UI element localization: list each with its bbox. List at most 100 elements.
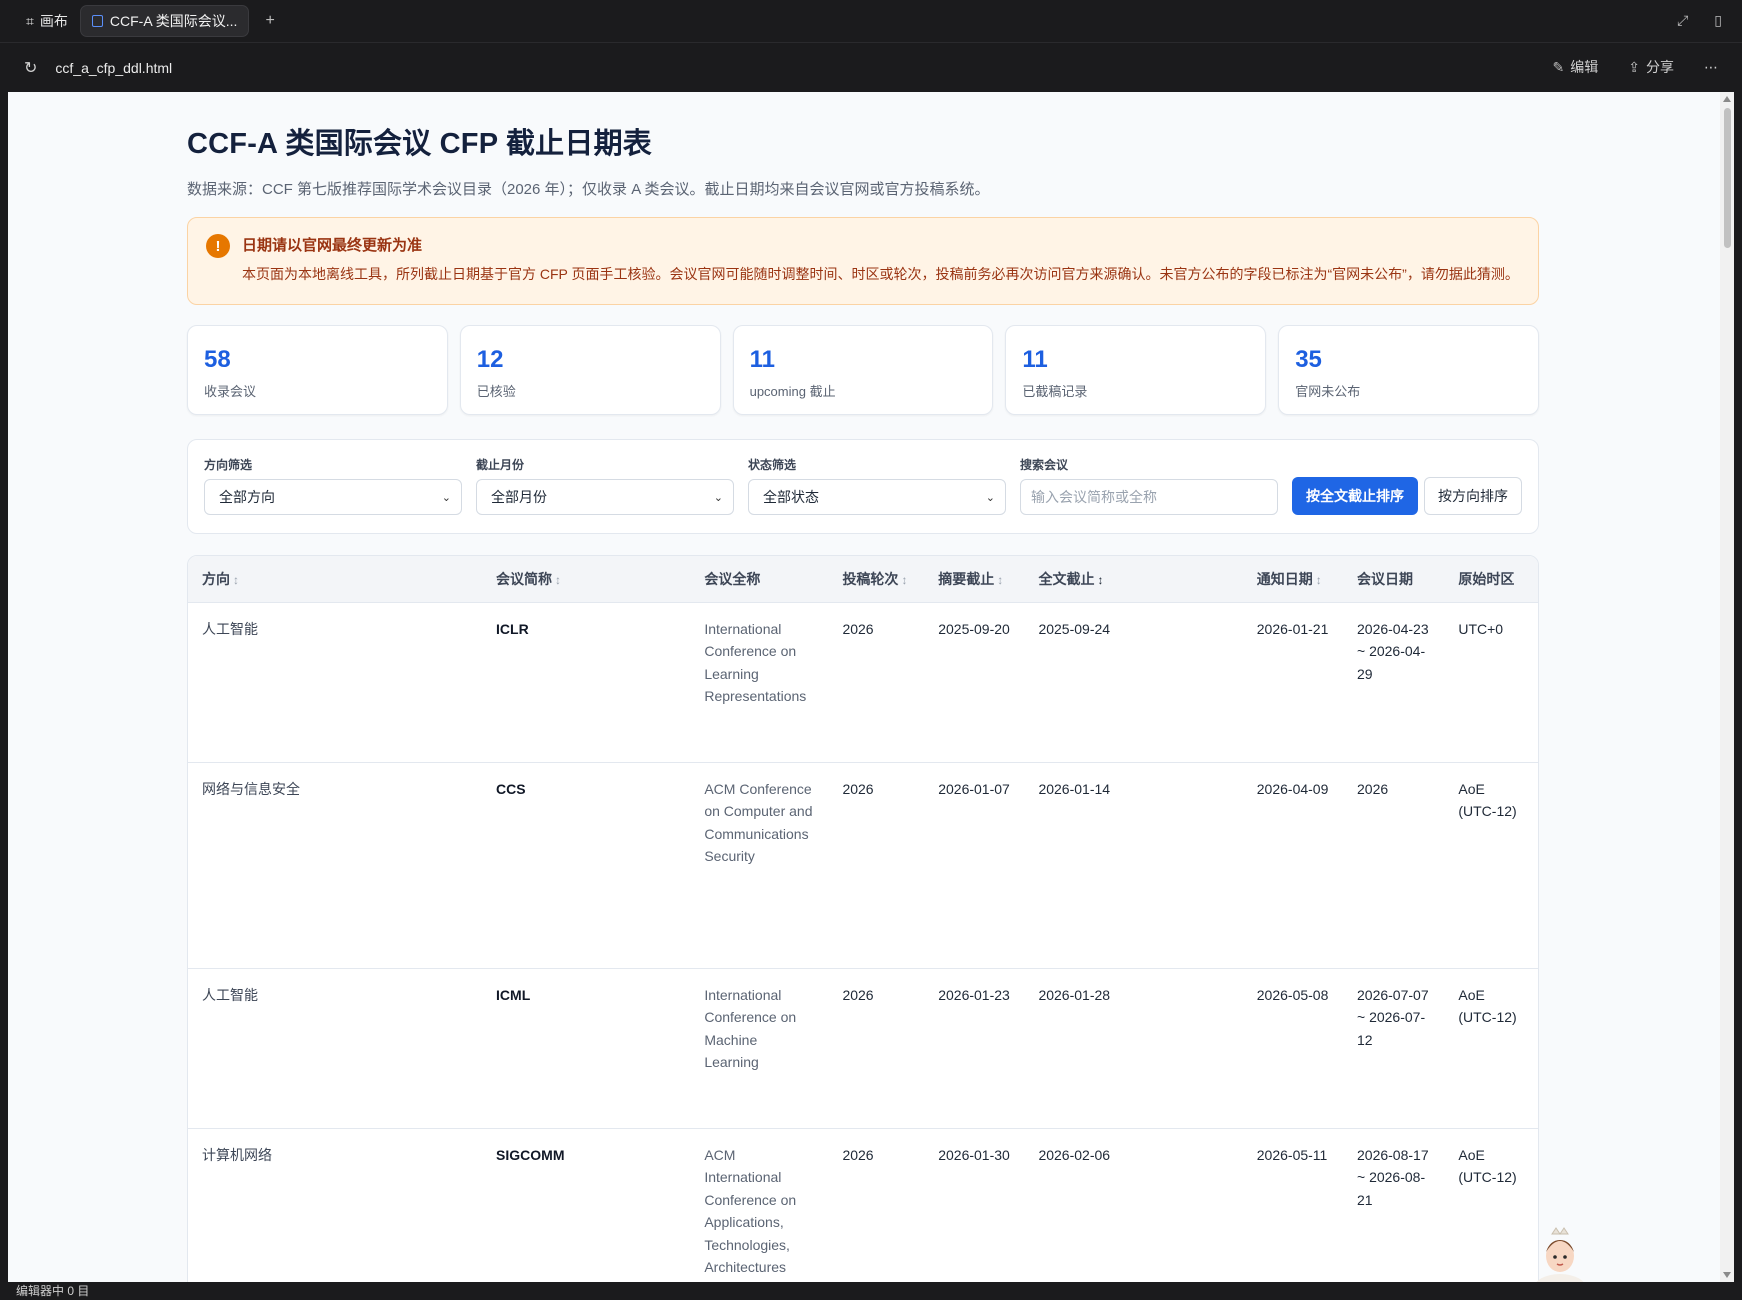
stat-label: 已核验	[476, 384, 516, 399]
header-abbr[interactable]: 会议简称 ↕	[482, 556, 691, 603]
header-paper[interactable]: 全文截止 ↕	[1024, 556, 1243, 603]
search-input[interactable]: 输入会议简称或全称	[1020, 479, 1278, 515]
cell-direction: 计算机网络	[188, 1128, 483, 1282]
cell-full: International Conference on Learning Rep…	[690, 602, 829, 763]
stat-number: 11	[1022, 346, 1048, 373]
header-notify-label: 通知日期	[1256, 570, 1313, 587]
chevron-down-icon: ⌄	[441, 491, 451, 504]
table-header-row: 方向 ↕ 会议简称 ↕ 会议全称 投稿轮次 ↕ 摘要截止 ↕ 全文截止 ↕ 通知日期 ↕ 会…	[188, 556, 1538, 603]
reload-icon[interactable]: ↻	[24, 58, 37, 78]
more-icon[interactable]: ⋯	[1704, 59, 1718, 76]
scrollbar-thumb[interactable]	[1724, 108, 1731, 248]
warning-notice: ! 日期请以官网最终更新为准 本页面为本地离线工具，所列截止日期基于官方 CFP…	[187, 217, 1539, 305]
cell-full: ACM International Conference on Applicat…	[690, 1128, 829, 1282]
page-title: CCF-A 类国际会议 CFP 截止日期表	[187, 128, 652, 160]
cell-conf-date: 2026	[1343, 762, 1445, 969]
stats-row: 58 收录会议 12 已核验 11 upcoming 截止 11 已截稿记录 3…	[187, 325, 1539, 415]
cell-notify: 2026-05-11	[1242, 1128, 1343, 1282]
stat-number: 12	[476, 346, 504, 373]
share-icon: ⇪	[1628, 59, 1640, 75]
chevron-down-icon: ⌄	[985, 491, 995, 504]
cell-paper: 2025-09-24	[1024, 602, 1243, 763]
sort-icon: ↕	[1315, 572, 1322, 587]
sort-by-deadline-button[interactable]: 按全文截止排序	[1292, 477, 1418, 515]
cell-notify: 2026-04-09	[1242, 762, 1343, 969]
cell-round: 2026	[828, 602, 925, 763]
cell-tz: AoE (UTC-12)	[1444, 1128, 1538, 1282]
status-select-value: 全部状态	[763, 489, 819, 505]
header-conf-date-label: 会议日期	[1357, 570, 1413, 587]
cell-conf-date: 2026-04-23 ~ 2026-04-29	[1343, 602, 1445, 763]
sort-by-direction-button[interactable]: 按方向排序	[1424, 477, 1522, 515]
header-round-label: 投稿轮次	[842, 570, 899, 587]
scroll-up-icon[interactable]	[1723, 96, 1731, 102]
stat-number: 58	[204, 346, 231, 373]
warning-icon: !	[206, 234, 230, 258]
cell-abstract: 2026-01-07	[924, 762, 1025, 969]
cell-abstract: 2025-09-20	[924, 602, 1025, 763]
frame-icon: ⌗	[26, 12, 34, 29]
status-filter-label: 状态筛选	[748, 458, 797, 472]
status-select[interactable]: 全部状态 ⌄	[748, 479, 1006, 515]
new-tab-icon[interactable]: +	[265, 12, 274, 30]
cell-tz: UTC+0	[1444, 602, 1538, 763]
search-group: 搜索会议 输入会议简称或全称	[1020, 456, 1278, 515]
cell-notify: 2026-05-08	[1242, 968, 1343, 1129]
vertical-scrollbar[interactable]	[1720, 92, 1734, 1282]
cell-abbr: ICML	[482, 968, 691, 1129]
cell-abbr: CCS	[482, 762, 691, 969]
header-direction[interactable]: 方向 ↕	[188, 556, 483, 603]
direction-filter: 方向筛选 全部方向 ⌄	[204, 456, 462, 515]
header-round[interactable]: 投稿轮次 ↕	[828, 556, 925, 603]
tab-active-document[interactable]: CCF-A 类国际会议...	[79, 5, 250, 37]
table-row: 网络与信息安全 CCS ACM Conference on Computer a…	[188, 762, 1538, 969]
header-abbr-label: 会议简称	[496, 570, 553, 587]
direction-select[interactable]: 全部方向 ⌄	[204, 479, 462, 515]
header-full-label: 会议全称	[704, 570, 761, 587]
header-full: 会议全称	[690, 556, 829, 603]
header-conf-date: 会议日期	[1343, 556, 1445, 603]
sort-icon: ↕	[997, 572, 1004, 587]
page-viewport: CCF-A 类国际会议 CFP 截止日期表 数据来源：CCF 第七版推荐国际学术…	[8, 92, 1734, 1282]
notice-body: 本页面为本地离线工具，所列截止日期基于官方 CFP 页面手工核验。会议官网可能随…	[242, 266, 1519, 282]
sort-active-icon: ↕	[1097, 572, 1104, 587]
url-field[interactable]: ccf_a_cfp_ddl.html	[55, 60, 172, 76]
month-filter: 截止月份 全部月份 ⌄	[476, 456, 734, 515]
stat-card-closed: 11 已截稿记录	[1005, 325, 1267, 415]
header-notify[interactable]: 通知日期 ↕	[1242, 556, 1343, 603]
cell-abbr: SIGCOMM	[482, 1128, 691, 1282]
cell-tz: AoE (UTC-12)	[1444, 968, 1538, 1129]
expand-icon[interactable]: ⤢	[1677, 12, 1688, 29]
cell-notify: 2026-01-21	[1242, 602, 1343, 763]
header-tz-label: 原始时区	[1458, 570, 1515, 587]
stat-card-total: 58 收录会议	[187, 325, 448, 415]
cell-conf-date: 2026-07-07 ~ 2026-07-12	[1343, 968, 1445, 1129]
status-filter: 状态筛选 全部状态 ⌄	[748, 456, 1006, 515]
stat-card-verified: 12 已核验	[459, 325, 721, 415]
address-bar: ↻ ccf_a_cfp_ddl.html ✎ 编辑 ⇪ 分享 ⋯	[0, 42, 1742, 92]
status-bar: 编辑器中 0 目	[0, 1282, 1742, 1300]
cell-direction: 网络与信息安全	[188, 762, 483, 969]
cell-round: 2026	[828, 968, 925, 1129]
edit-button[interactable]: ✎ 编辑	[1553, 57, 1599, 77]
tab-bar: ⌗ 画布 CCF-A 类国际会议... + ⤢ ▯	[0, 0, 1742, 42]
stat-label: 官网未公布	[1295, 384, 1361, 399]
month-select[interactable]: 全部月份 ⌄	[476, 479, 734, 515]
stat-label: upcoming 截止	[749, 384, 836, 399]
tab-canvas[interactable]: ⌗ 画布	[26, 11, 68, 31]
cell-direction: 人工智能	[188, 968, 483, 1129]
cell-abstract: 2026-01-23	[924, 968, 1025, 1129]
table-row: 人工智能 ICML International Conference on Ma…	[188, 968, 1538, 1129]
stat-number: 11	[749, 346, 775, 373]
share-button[interactable]: ⇪ 分享	[1628, 57, 1674, 77]
tab-active-label: CCF-A 类国际会议...	[109, 13, 238, 29]
page-content: CCF-A 类国际会议 CFP 截止日期表 数据来源：CCF 第七版推荐国际学术…	[187, 92, 1539, 1282]
search-label: 搜索会议	[1020, 458, 1069, 472]
search-placeholder: 输入会议简称或全称	[1031, 489, 1157, 505]
table-row: 计算机网络 SIGCOMM ACM International Conferen…	[188, 1128, 1538, 1282]
sidebar-toggle-icon[interactable]: ▯	[1714, 12, 1722, 29]
header-abstract[interactable]: 摘要截止 ↕	[924, 556, 1025, 603]
scroll-down-icon[interactable]	[1723, 1272, 1731, 1278]
cell-abstract: 2026-01-30	[924, 1128, 1025, 1282]
cell-full: ACM Conference on Computer and Communica…	[690, 762, 829, 969]
